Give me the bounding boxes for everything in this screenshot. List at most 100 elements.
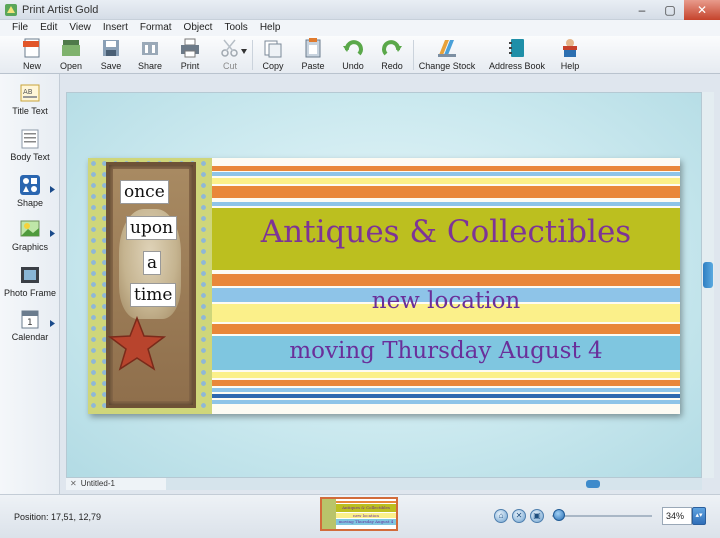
photo-frame-label: Photo Frame — [3, 288, 57, 298]
undo-label: Undo — [342, 61, 364, 71]
change-stock-button[interactable]: Change Stock — [419, 36, 475, 74]
body-text-tool[interactable]: Body Text — [0, 128, 60, 162]
shape-icon — [20, 175, 40, 195]
toolbar-separator — [413, 40, 414, 70]
banner-headline[interactable]: Antiques & Collectibles — [212, 214, 680, 250]
menu-view[interactable]: View — [63, 20, 97, 36]
banner-stripe — [212, 166, 680, 171]
banner-stripe — [212, 372, 680, 378]
art-word: once — [120, 180, 169, 204]
svg-text:AB: AB — [23, 88, 33, 96]
body-text-icon — [21, 129, 39, 149]
fit-view-button[interactable]: ✕ — [512, 509, 526, 523]
banner-stripe — [212, 202, 680, 206]
banner-stripe — [212, 324, 680, 334]
menu-insert[interactable]: Insert — [97, 20, 134, 36]
paste-clipboard-icon — [305, 38, 321, 58]
thumbnail-stripe — [336, 501, 396, 503]
thumbnail-line3: moving Thursday August 4 — [338, 519, 394, 524]
open-label: Open — [59, 61, 83, 71]
shape-tool[interactable]: Shape — [0, 174, 60, 208]
document-tab-bar: ✕ Untitled-1 — [66, 478, 702, 490]
save-label: Save — [100, 61, 122, 71]
print-button[interactable]: Print — [176, 36, 204, 74]
app-icon — [5, 4, 17, 16]
new-document-icon — [23, 38, 40, 58]
open-folder-icon — [62, 40, 80, 56]
thumbnail-art — [322, 499, 336, 529]
menu-format[interactable]: Format — [134, 20, 178, 36]
calendar-label: Calendar — [11, 332, 49, 342]
save-icon — [103, 40, 119, 56]
shape-label: Shape — [16, 198, 44, 208]
cut-dropdown-chevron-icon[interactable] — [241, 49, 247, 54]
title-text-icon: AB — [20, 84, 40, 102]
shape-arrow-icon[interactable] — [50, 186, 55, 193]
maximize-button[interactable]: ▢ — [656, 0, 684, 20]
banner-stripe — [212, 400, 680, 404]
cut-button[interactable]: Cut — [214, 36, 246, 74]
calendar-tool[interactable]: 1 Calendar — [0, 308, 60, 342]
close-button[interactable]: ✕ — [684, 0, 720, 20]
address-book-icon — [509, 39, 524, 57]
share-label: Share — [137, 61, 163, 71]
address-book-label: Address Book — [488, 61, 546, 71]
page-view-button[interactable]: ▣ — [530, 509, 544, 523]
title-text-tool[interactable]: AB Title Text — [0, 82, 60, 116]
title-text-label: Title Text — [12, 106, 48, 116]
copy-button[interactable]: Copy — [259, 36, 287, 74]
menu-file[interactable]: File — [6, 20, 34, 36]
zoom-spinner-button[interactable]: ▴▾ — [692, 507, 706, 525]
minimize-button[interactable]: – — [628, 0, 656, 20]
zoom-slider-knob[interactable] — [553, 509, 565, 521]
save-button[interactable]: Save — [97, 36, 125, 74]
vintage-art-panel: once upon a time — [88, 158, 212, 414]
scissors-icon — [221, 39, 238, 57]
printer-icon — [181, 38, 199, 58]
menu-tools[interactable]: Tools — [218, 20, 253, 36]
home-view-button[interactable]: ⌂ — [494, 509, 508, 523]
page-thumbnail[interactable]: Antiques & Collectibles new location mov… — [320, 497, 398, 531]
title-bar: Print Artist Gold – ▢ ✕ — [0, 0, 720, 20]
zoom-level-field[interactable]: 34% — [662, 507, 692, 525]
new-button[interactable]: New — [18, 36, 46, 74]
open-button[interactable]: Open — [56, 36, 86, 74]
horizontal-scrollbar-thumb[interactable] — [586, 480, 600, 488]
art-word: time — [130, 283, 177, 307]
paste-button[interactable]: Paste — [298, 36, 328, 74]
art-word: a — [143, 251, 162, 275]
thumbnail-headline: Antiques & Collectibles — [342, 505, 390, 510]
help-person-icon — [563, 39, 577, 57]
thumbnail-line2: new location — [353, 513, 379, 518]
graphics-tool[interactable]: Graphics — [0, 218, 60, 252]
banner-subline-date[interactable]: moving Thursday August 4 — [212, 338, 680, 364]
calendar-arrow-icon[interactable] — [50, 320, 55, 327]
undo-button[interactable]: Undo — [338, 36, 368, 74]
close-tab-icon[interactable]: ✕ — [70, 479, 77, 488]
help-button[interactable]: Help — [556, 36, 584, 74]
graphics-label: Graphics — [11, 242, 48, 252]
menu-edit[interactable]: Edit — [34, 20, 63, 36]
document-tab[interactable]: ✕ Untitled-1 — [66, 478, 166, 490]
redo-label: Redo — [381, 61, 403, 71]
banner-document[interactable]: once upon a time Antiques & Collectibles… — [88, 158, 680, 414]
menu-help[interactable]: Help — [254, 20, 287, 36]
document-tab-label: Untitled-1 — [80, 479, 115, 488]
graphics-arrow-icon[interactable] — [50, 230, 55, 237]
banner-subline-location[interactable]: new location — [212, 288, 680, 314]
paste-label: Paste — [301, 61, 325, 71]
address-book-button[interactable]: Address Book — [489, 36, 545, 74]
vertical-scrollbar[interactable] — [702, 92, 714, 478]
zoom-slider-track[interactable] — [552, 515, 652, 517]
share-button[interactable]: Share — [136, 36, 164, 74]
banner-stripe — [212, 394, 680, 398]
banner-stripe — [212, 380, 680, 386]
redo-button[interactable]: Redo — [377, 36, 407, 74]
toolbar-separator — [252, 40, 253, 70]
photo-frame-tool[interactable]: Photo Frame — [0, 264, 60, 298]
menu-object[interactable]: Object — [178, 20, 219, 36]
print-label: Print — [180, 61, 200, 71]
undo-arrow-icon — [343, 40, 363, 56]
vertical-scrollbar-thumb[interactable] — [703, 262, 713, 288]
cursor-position-readout: Position: 17,51, 12,79 — [14, 512, 102, 522]
